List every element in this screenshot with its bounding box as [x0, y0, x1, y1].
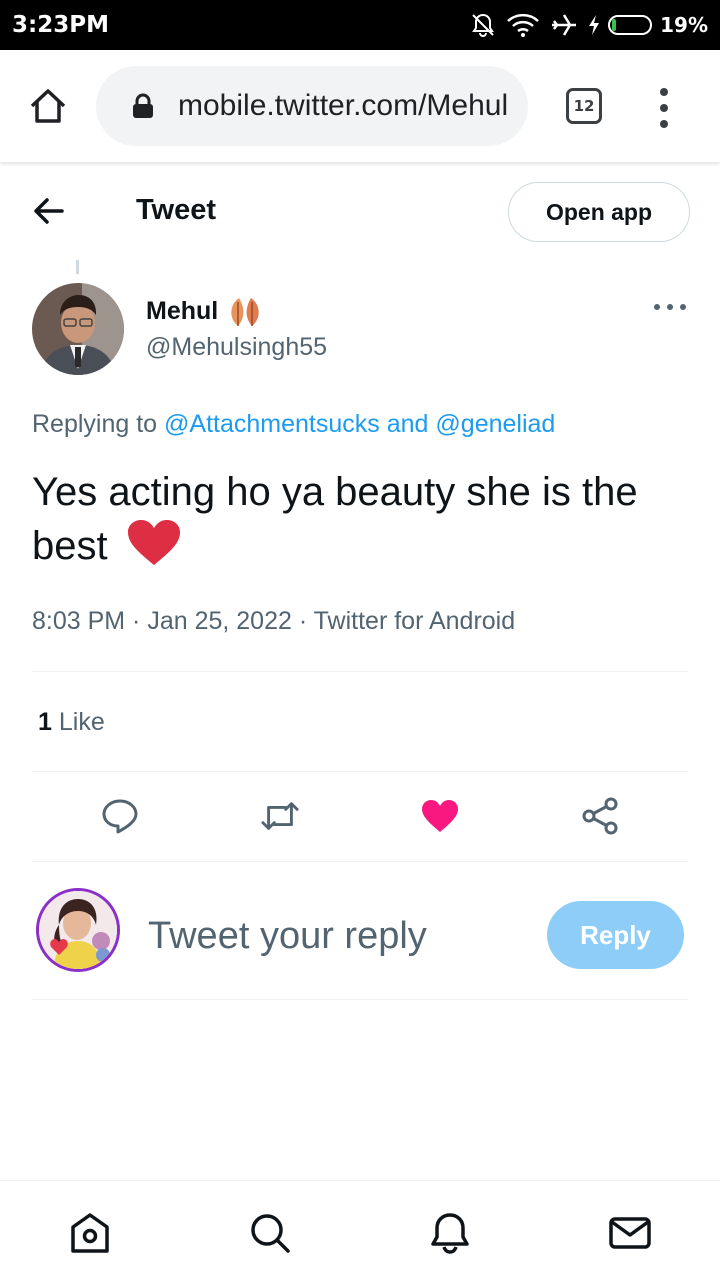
status-time: 3:23PM	[12, 12, 109, 38]
lock-icon	[133, 93, 153, 118]
reply-icon[interactable]	[100, 796, 140, 836]
tweet-actions	[0, 790, 720, 844]
search-icon[interactable]	[248, 1211, 292, 1255]
reply-button[interactable]: Reply	[547, 901, 684, 969]
reply-mention-link-2[interactable]: @geneliad	[435, 410, 555, 438]
divider	[32, 861, 688, 862]
tweet-body: Yes acting ho ya beauty she is the best	[32, 465, 672, 573]
author-handle[interactable]: @Mehulsingh55	[146, 333, 327, 362]
bell-off-icon	[470, 12, 496, 38]
bottom-navigation	[0, 1180, 720, 1280]
home-icon[interactable]	[68, 1211, 112, 1255]
battery-icon	[608, 15, 653, 35]
airplane-mode-icon	[550, 12, 578, 38]
home-icon[interactable]	[28, 86, 68, 126]
leaves-emoji-icon	[231, 298, 259, 326]
tabs-icon[interactable]: 12	[566, 88, 602, 124]
reply-mention-and[interactable]: and	[387, 410, 429, 438]
status-bar: 3:23PM 19%	[0, 0, 720, 50]
author-avatar[interactable]	[32, 283, 124, 375]
retweet-icon[interactable]	[260, 796, 300, 836]
share-icon[interactable]	[580, 796, 620, 836]
like-count-number: 1	[38, 708, 52, 736]
tweet-text: Yes acting ho ya beauty she is the best	[32, 470, 638, 568]
wifi-icon	[506, 12, 540, 38]
divider	[32, 671, 688, 672]
menu-icon[interactable]	[656, 88, 672, 128]
tweet-timestamp[interactable]: 8:03 PM · Jan 25, 2022 · Twitter for And…	[32, 607, 515, 636]
url-text: mobile.twitter.com/Mehulsingh55	[178, 89, 508, 122]
like-count-label: Like	[58, 708, 105, 736]
more-options-icon[interactable]	[654, 304, 686, 312]
battery-percent: 19%	[660, 13, 708, 37]
open-app-button[interactable]: Open app	[508, 182, 690, 242]
tweet-header: Tweet Open app	[0, 162, 720, 262]
reply-mention-link[interactable]: @Attachmentsucks	[164, 410, 380, 438]
notifications-icon[interactable]	[428, 1211, 472, 1255]
author-name[interactable]: Mehul	[146, 294, 264, 328]
divider	[32, 771, 688, 772]
back-arrow-icon[interactable]	[32, 196, 66, 226]
thread-line	[76, 260, 79, 274]
page-title: Tweet	[136, 194, 217, 226]
user-avatar[interactable]	[36, 888, 120, 972]
replying-prefix: Replying to	[32, 410, 158, 438]
charging-icon	[588, 14, 600, 36]
like-icon[interactable]	[420, 796, 460, 836]
author-name-text: Mehul	[146, 296, 219, 325]
red-heart-emoji-icon	[127, 520, 180, 565]
status-icons: 19%	[470, 12, 708, 38]
messages-icon[interactable]	[608, 1211, 652, 1255]
battery-indicator: 19%	[588, 13, 708, 37]
tab-count: 12	[573, 97, 595, 115]
divider	[32, 999, 688, 1000]
reply-input[interactable]	[148, 908, 528, 964]
battery-fill	[612, 19, 616, 31]
address-bar[interactable]: mobile.twitter.com/Mehulsingh55	[96, 66, 528, 146]
likes-count[interactable]: 1 Like	[38, 708, 105, 737]
replying-to: Replying to @Attachmentsucks and @geneli…	[32, 410, 555, 439]
browser-toolbar: mobile.twitter.com/Mehulsingh55 12	[0, 50, 720, 162]
